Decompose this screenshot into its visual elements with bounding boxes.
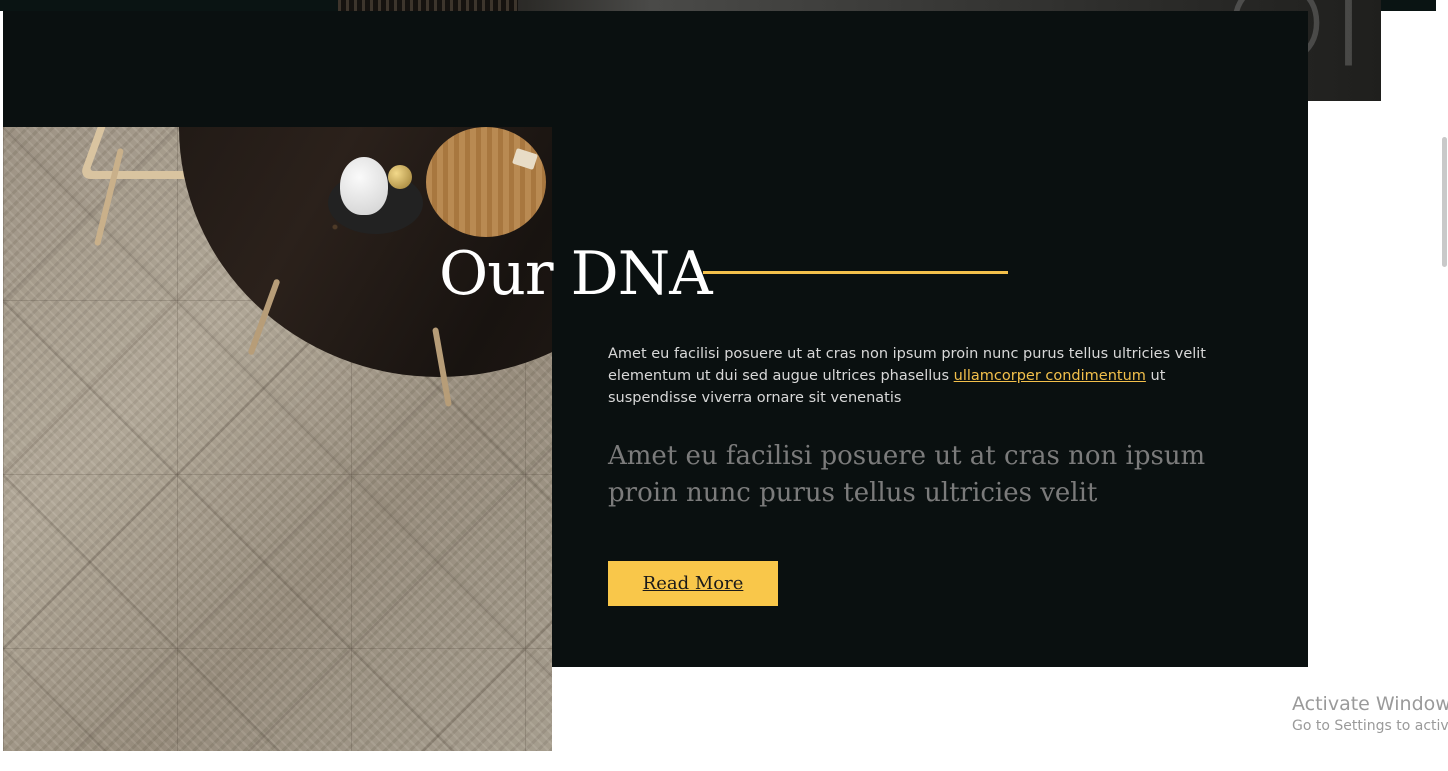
activate-windows-watermark: Activate Windows Go to Settings to activ… [1292, 692, 1448, 736]
white-vase [340, 157, 388, 215]
watermark-title: Activate Windows [1292, 693, 1448, 715]
interior-floor-photo [3, 127, 552, 751]
ullamcorper-condimentum-link[interactable]: ullamcorper condimentum [954, 368, 1146, 384]
read-more-button[interactable]: Read More [608, 561, 778, 606]
scrollbar-thumb[interactable] [1442, 137, 1447, 267]
watermark-subtitle: Go to Settings to activate Windows. [1292, 718, 1448, 734]
section-heading: Our DNA [439, 239, 713, 309]
heading-accent-line [703, 271, 1008, 274]
wooden-board [426, 127, 546, 237]
gold-ornament [388, 165, 412, 189]
read-more-label: Read More [642, 573, 744, 594]
section-quote: Amet eu facilisi posuere ut at cras non … [608, 441, 1206, 508]
section-body-text: Amet eu facilisi posuere ut at cras non … [608, 343, 1208, 409]
page-scrollbar[interactable] [1436, 0, 1448, 771]
